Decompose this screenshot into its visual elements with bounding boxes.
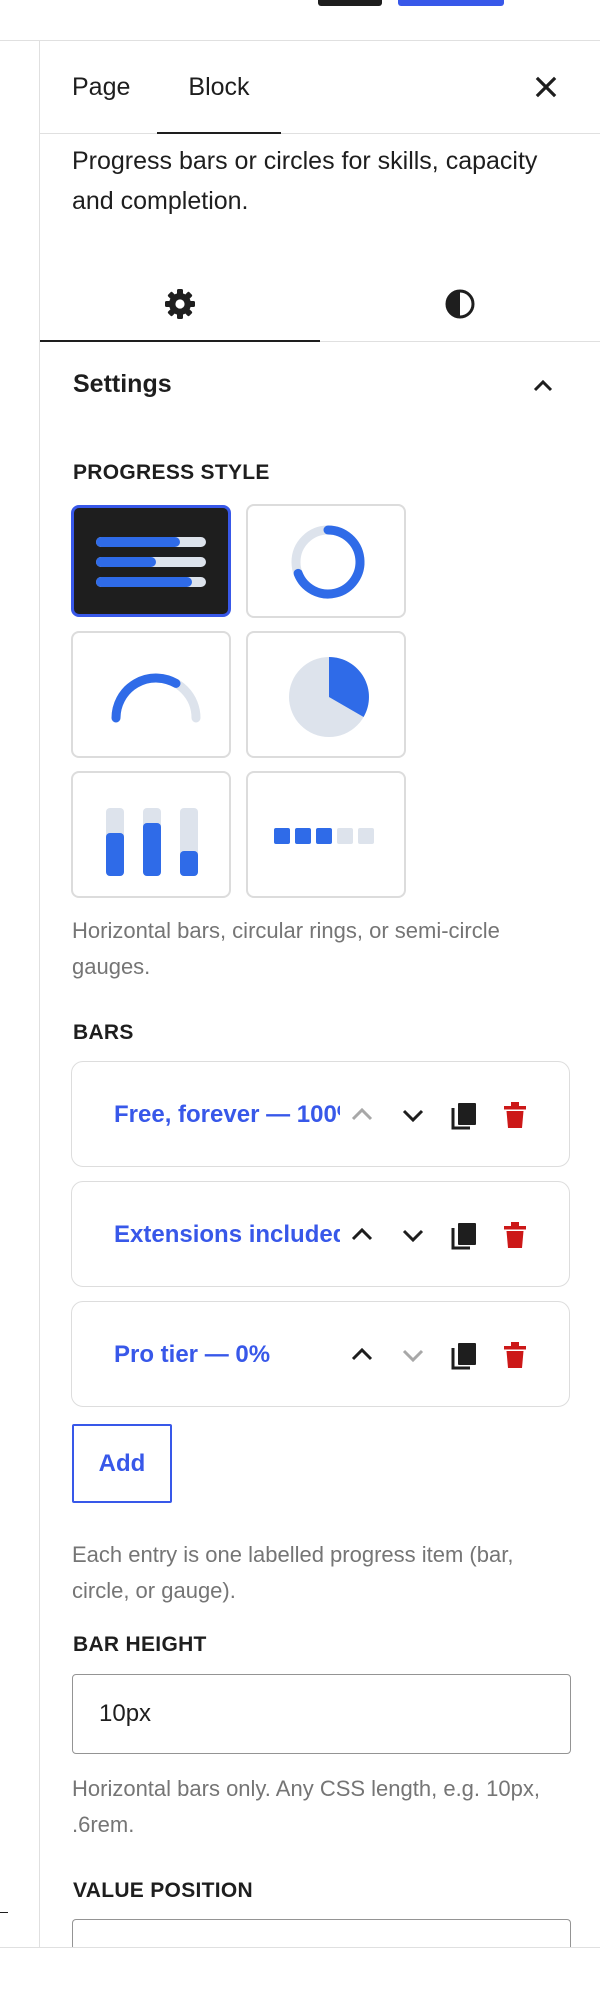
sidebar-tabs: Page Block	[40, 41, 600, 134]
duplicate-icon	[451, 1223, 476, 1250]
style-option-semi-circle-gauge[interactable]	[71, 631, 231, 758]
add-bar-button[interactable]: Add	[72, 1424, 172, 1503]
bar-item-title[interactable]: Pro tier — 0%	[114, 1340, 340, 1370]
bar-item: Extensions included	[71, 1181, 570, 1287]
contrast-icon	[445, 289, 475, 319]
move-up-button[interactable]	[342, 1095, 382, 1135]
toolbar-save-button[interactable]	[398, 0, 504, 6]
value-position-select[interactable]	[72, 1919, 571, 1947]
segmented-dots-icon	[274, 828, 374, 844]
value-position-label: VALUE POSITION	[73, 1879, 253, 1902]
close-icon	[535, 76, 557, 98]
duplicate-button[interactable]	[444, 1095, 484, 1135]
style-option-pie[interactable]	[246, 631, 406, 758]
trash-icon	[504, 1222, 526, 1248]
chevron-down-icon	[402, 1229, 424, 1243]
editor-canvas-edge	[0, 41, 40, 1947]
move-up-button[interactable]	[342, 1215, 382, 1255]
duplicate-button[interactable]	[444, 1215, 484, 1255]
bar-item-title[interactable]: Extensions included	[114, 1220, 340, 1250]
chevron-down-icon	[402, 1349, 424, 1363]
chevron-up-icon	[351, 1107, 373, 1121]
bar-height-input[interactable]	[72, 1674, 571, 1754]
tab-styles[interactable]	[320, 267, 600, 341]
canvas-edge-marker	[0, 1912, 8, 1913]
chevron-up-icon	[533, 379, 553, 392]
move-down-button[interactable]	[393, 1215, 433, 1255]
bottom-bar	[0, 1947, 600, 2007]
close-sidebar-button[interactable]	[530, 71, 562, 103]
bars-help: Each entry is one labelled progress item…	[72, 1542, 514, 1603]
tab-block[interactable]: Block	[157, 41, 281, 134]
progress-style-label: PROGRESS STYLE	[73, 461, 270, 484]
bars-label: BARS	[73, 1021, 134, 1044]
move-up-button[interactable]	[342, 1335, 382, 1375]
bar-item: Pro tier — 0%	[71, 1301, 570, 1407]
horizontal-bars-icon	[96, 537, 206, 587]
duplicate-icon	[451, 1343, 476, 1370]
chevron-down-icon	[402, 1109, 424, 1123]
style-option-vertical-bars[interactable]	[71, 771, 231, 898]
delete-button[interactable]	[495, 1335, 535, 1375]
bar-item: Free, forever — 100%	[71, 1061, 570, 1167]
inspector-subtabs	[40, 267, 600, 342]
block-inspector-panel: Page Block Progress bars or circles for …	[40, 41, 600, 1947]
block-description: Progress bars or circles for skills, cap…	[72, 147, 538, 215]
style-option-horizontal-bars[interactable]	[71, 505, 231, 617]
trash-icon	[504, 1102, 526, 1128]
vertical-bars-icon	[106, 808, 198, 876]
bar-height-label: BAR HEIGHT	[73, 1633, 207, 1656]
settings-section-title: Settings	[73, 370, 172, 398]
circular-ring-icon	[291, 525, 365, 599]
settings-section-toggle[interactable]: Settings	[40, 342, 600, 432]
duplicate-button[interactable]	[444, 1335, 484, 1375]
style-option-segmented-dots[interactable]	[246, 771, 406, 898]
style-option-circular-ring[interactable]	[246, 504, 406, 618]
tab-page[interactable]: Page	[72, 41, 130, 133]
delete-button[interactable]	[495, 1095, 535, 1135]
bar-height-help: Horizontal bars only. Any CSS length, e.…	[72, 1776, 540, 1837]
bar-item-title[interactable]: Free, forever — 100%	[114, 1100, 340, 1130]
trash-icon	[504, 1342, 526, 1368]
chevron-up-icon	[351, 1347, 373, 1361]
top-toolbar	[0, 0, 600, 41]
pie-chart-icon	[289, 657, 369, 737]
delete-button[interactable]	[495, 1215, 535, 1255]
move-down-button[interactable]	[393, 1335, 433, 1375]
chevron-up-icon	[351, 1227, 373, 1241]
progress-style-help: Horizontal bars, circular rings, or semi…	[72, 918, 500, 979]
semi-circle-gauge-icon	[111, 673, 201, 723]
move-down-button[interactable]	[393, 1095, 433, 1135]
toolbar-dark-button[interactable]	[318, 0, 382, 6]
duplicate-icon	[451, 1103, 476, 1130]
gear-icon	[165, 289, 195, 319]
tab-settings[interactable]	[40, 267, 320, 342]
